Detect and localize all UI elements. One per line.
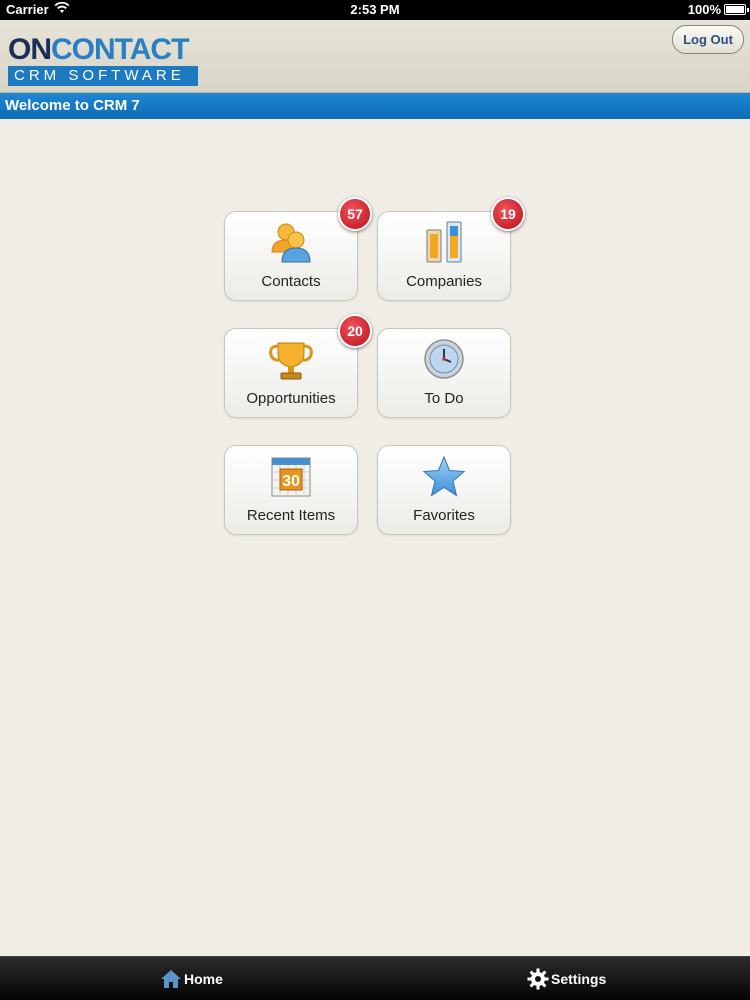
app-header: ONCONTACT CRM SOFTWARE Log Out	[0, 20, 750, 93]
trophy-icon	[266, 335, 316, 385]
welcome-bar: Welcome to CRM 7	[0, 93, 750, 119]
tab-settings-label: Settings	[551, 971, 607, 987]
opportunities-label: Opportunities	[246, 390, 336, 407]
home-icon	[161, 970, 181, 988]
clock-time: 2:53 PM	[350, 2, 400, 17]
logo-on-text: ON	[8, 33, 52, 66]
recent-items-tile[interactable]: 30 Recent Items	[224, 445, 358, 535]
companies-label: Companies	[406, 273, 482, 290]
opportunities-tile[interactable]: Opportunities	[224, 328, 358, 418]
contacts-count-badge: 57	[338, 197, 372, 231]
opportunities-count-badge: 20	[338, 314, 372, 348]
gear-icon	[527, 968, 549, 990]
companies-count-badge: 19	[491, 197, 525, 231]
battery-percent: 100%	[687, 2, 721, 17]
recent-items-label: Recent Items	[246, 507, 336, 524]
favorites-label: Favorites	[413, 507, 475, 524]
companies-icon	[419, 218, 469, 268]
tab-bar: Home Settings	[0, 956, 750, 1000]
tab-settings[interactable]: Settings	[527, 957, 606, 1000]
companies-tile[interactable]: Companies	[377, 211, 511, 301]
calendar-day-text: 30	[282, 473, 300, 490]
todo-label: To Do	[424, 390, 464, 407]
oncontact-logo: ONCONTACT CRM SOFTWARE	[8, 35, 198, 86]
clock-icon	[419, 335, 469, 385]
logout-button[interactable]: Log Out	[672, 25, 744, 54]
contacts-tile[interactable]: Contacts	[224, 211, 358, 301]
calendar-icon: 30	[266, 452, 316, 502]
contacts-label: Contacts	[261, 273, 321, 290]
favorites-tile[interactable]: Favorites	[377, 445, 511, 535]
battery-icon	[724, 4, 749, 15]
status-bar: Carrier 2:53 PM 100%	[0, 0, 750, 20]
tab-home[interactable]: Home	[160, 957, 223, 1000]
star-icon	[419, 452, 469, 502]
tab-home-label: Home	[184, 971, 223, 987]
logo-contact-text: CONTACT	[51, 33, 189, 66]
logo-tagline: CRM SOFTWARE	[8, 66, 198, 86]
todo-tile[interactable]: To Do	[377, 328, 511, 418]
contacts-icon	[266, 218, 316, 268]
